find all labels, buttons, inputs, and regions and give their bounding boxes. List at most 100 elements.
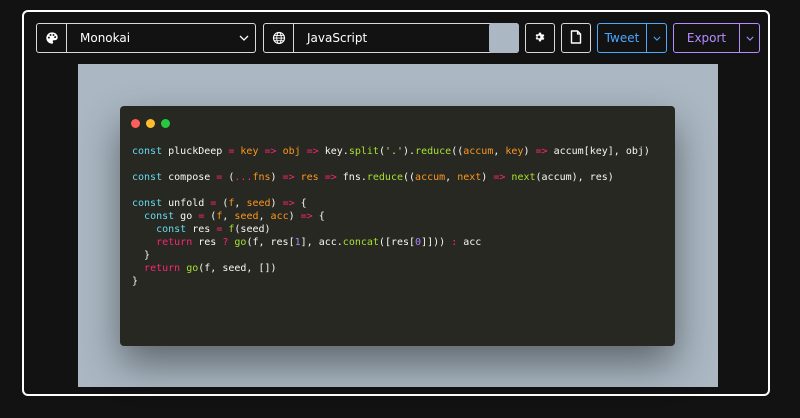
code-token: accum: [415, 172, 446, 183]
code-token: key.: [318, 146, 349, 157]
code-token: seed: [234, 211, 259, 222]
code-token: res: [300, 172, 319, 183]
code-token: res: [192, 237, 223, 248]
code-token: res: [186, 224, 217, 235]
tweet-options-button[interactable]: [646, 24, 666, 52]
code-token: =>: [306, 146, 319, 157]
minimize-dot: [146, 119, 155, 128]
code-token: go: [186, 263, 199, 274]
code-token: (seed): [234, 224, 271, 235]
code-line: const compose = (...fns) => res => fns.r…: [132, 171, 671, 184]
export-canvas: const pluckDeep = key => obj => key.spli…: [78, 64, 718, 387]
window-controls: [131, 119, 170, 128]
code-token: =>: [324, 172, 337, 183]
chevron-down-icon: [652, 36, 661, 41]
code-token: =>: [282, 198, 295, 209]
code-token: ], acc.: [300, 237, 343, 248]
export-button[interactable]: Export: [674, 31, 739, 45]
code-editor[interactable]: const pluckDeep = key => obj => key.spli…: [132, 145, 671, 288]
code-token: ,: [222, 211, 235, 222]
code-token: ): [523, 146, 536, 157]
code-token: '.': [384, 146, 404, 157]
chevron-down-icon: [233, 35, 255, 41]
code-token: =>: [535, 146, 548, 157]
theme-dropdown[interactable]: Monokai: [36, 23, 256, 53]
code-token: fns.: [336, 172, 367, 183]
code-token: ((: [403, 172, 416, 183]
code-token: ,: [445, 172, 458, 183]
code-token: acc: [270, 211, 289, 222]
code-token: reduce: [366, 172, 403, 183]
toolbar: Monokai JavaScript Tweet Export: [36, 23, 760, 53]
code-token: pluckDeep: [162, 146, 229, 157]
gear-icon: [533, 29, 547, 48]
code-token: (accum), res): [535, 172, 614, 183]
code-token: fns: [252, 172, 271, 183]
code-token: ): [288, 211, 301, 222]
code-token: go: [174, 211, 199, 222]
code-token: ,: [258, 211, 271, 222]
code-token: const: [144, 211, 175, 222]
maximize-dot: [161, 119, 170, 128]
code-token: }: [132, 250, 151, 261]
code-line: }: [132, 249, 671, 262]
code-token: }: [132, 276, 139, 287]
chevron-down-icon: [745, 36, 754, 41]
code-token: =>: [300, 211, 313, 222]
code-token: reduce: [415, 146, 452, 157]
code-line: }: [132, 275, 671, 288]
code-token: ...: [234, 172, 253, 183]
code-token: accum: [463, 146, 494, 157]
tweet-button[interactable]: Tweet: [598, 31, 646, 45]
code-token: ]])): [421, 237, 452, 248]
background-color-button[interactable]: [489, 23, 519, 53]
code-token: go: [234, 237, 247, 248]
code-token: obj: [282, 146, 301, 157]
code-token: =>: [282, 172, 295, 183]
globe-icon: [264, 24, 294, 52]
code-token: (: [222, 172, 235, 183]
tweet-split-button: Tweet: [597, 23, 667, 53]
code-token: split: [348, 146, 379, 157]
document-icon: [570, 29, 582, 48]
code-token: ((: [451, 146, 464, 157]
code-line: const go = (f, seed, acc) => {: [132, 210, 671, 223]
code-line: return go(f, seed, []): [132, 262, 671, 275]
code-token: =>: [264, 146, 277, 157]
code-token: ,: [493, 146, 506, 157]
code-token: const: [156, 224, 187, 235]
code-token: (: [216, 198, 229, 209]
code-token: const: [132, 198, 163, 209]
export-options-button[interactable]: [739, 24, 759, 52]
code-token: const: [132, 172, 163, 183]
code-token: next: [511, 172, 536, 183]
code-token: next: [457, 172, 482, 183]
code-token: {: [294, 198, 307, 209]
code-token: compose: [162, 172, 217, 183]
code-token: (f, res[: [246, 237, 295, 248]
code-token: (f, seed, []): [198, 263, 277, 274]
code-token: return: [156, 237, 193, 248]
settings-button[interactable]: [525, 23, 555, 53]
code-token: seed: [246, 198, 271, 209]
language-dropdown[interactable]: JavaScript: [263, 23, 519, 53]
code-token: concat: [342, 237, 379, 248]
code-token: ).: [403, 146, 416, 157]
code-token: ([res[: [378, 237, 416, 248]
code-token: ): [270, 198, 283, 209]
code-token: accum[key], obj): [547, 146, 650, 157]
code-token: unfold: [162, 198, 211, 209]
export-split-button: Export: [673, 23, 760, 53]
code-line: const res = f(seed): [132, 223, 671, 236]
copy-button[interactable]: [561, 23, 591, 53]
code-line: const unfold = (f, seed) => {: [132, 197, 671, 210]
theme-label: Monokai: [80, 31, 131, 45]
code-token: key: [240, 146, 259, 157]
code-token: const: [132, 146, 163, 157]
code-token: acc: [457, 237, 482, 248]
